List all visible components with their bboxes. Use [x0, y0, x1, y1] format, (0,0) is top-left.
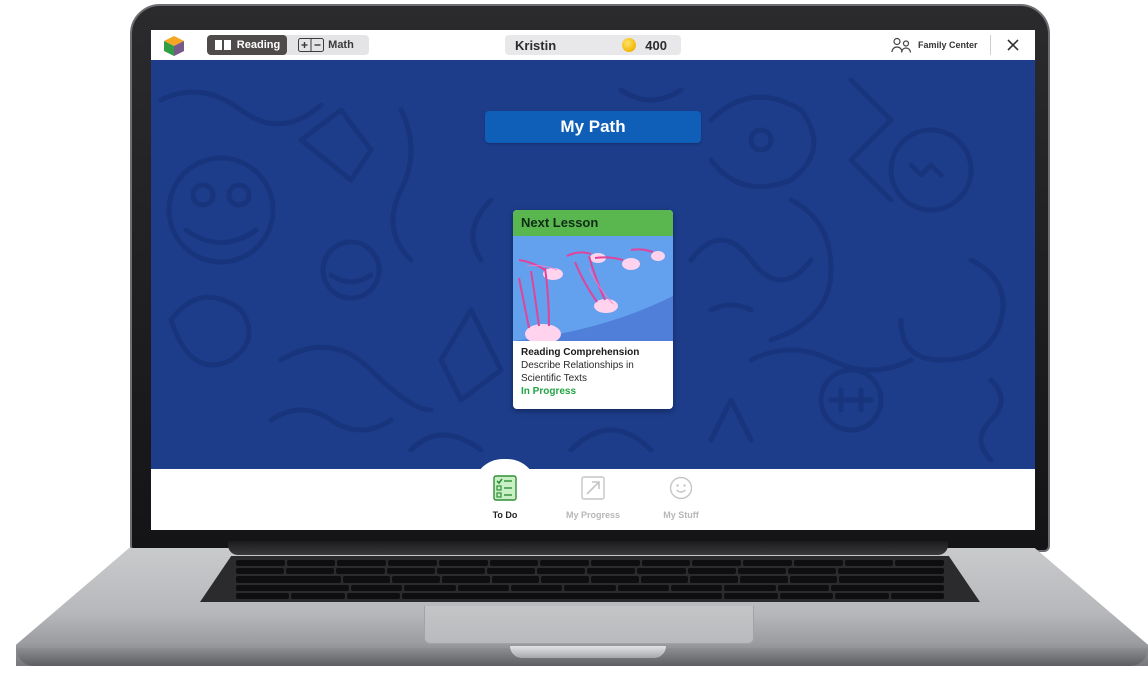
close-icon	[1007, 39, 1019, 51]
nav-to-do-label: To Do	[492, 510, 518, 520]
laptop-keyboard	[200, 556, 980, 602]
nav-my-progress-label: My Progress	[565, 510, 621, 520]
coin-count: 400	[645, 37, 667, 53]
checklist-icon	[493, 475, 517, 501]
lesson-topic: Describe Relationships in Scientific Tex…	[521, 360, 634, 384]
my-path-area: My Path Next Lesson Reading Comprehensio…	[151, 60, 1035, 469]
laptop-opening-notch	[510, 646, 666, 658]
tab-math-label: Math	[328, 39, 354, 51]
nav-my-progress[interactable]: My Progress	[553, 469, 633, 530]
lesson-status: In Progress	[521, 386, 577, 397]
plus-minus-icon	[298, 38, 325, 52]
laptop-trackpad	[424, 606, 754, 644]
tab-reading-label: Reading	[236, 39, 281, 51]
nav-my-stuff[interactable]: My Stuff	[641, 469, 721, 530]
app-top-bar: Reading Math Kristin 400 Family Center	[151, 30, 1035, 60]
jellyfish-illustration	[513, 236, 673, 341]
family-center-button[interactable]: Family Center	[891, 35, 978, 55]
subject-switcher: Reading Math	[207, 35, 369, 55]
family-icon	[891, 37, 912, 53]
family-center-label: Family Center	[918, 40, 978, 50]
progress-arrow-icon	[581, 476, 605, 500]
next-lesson-card[interactable]: Next Lesson Reading Comprehension Descri…	[513, 210, 673, 409]
page-title: My Path	[485, 111, 701, 143]
laptop-hinge	[228, 541, 948, 555]
tab-math[interactable]: Math	[287, 35, 365, 55]
book-icon	[214, 39, 232, 51]
smiley-icon	[669, 476, 693, 500]
card-body: Reading Comprehension Describe Relations…	[513, 341, 673, 399]
laptop-screen: Reading Math Kristin 400 Family Center M…	[151, 30, 1035, 530]
lesson-subject: Reading Comprehension	[521, 347, 640, 358]
bottom-navigation: To Do My Progress My Stuff	[151, 459, 1035, 530]
topbar-divider	[990, 35, 991, 55]
nav-my-stuff-label: My Stuff	[663, 510, 699, 520]
user-name: Kristin	[515, 37, 557, 53]
close-button[interactable]	[1003, 35, 1023, 55]
app-logo-icon	[164, 36, 184, 56]
tab-reading[interactable]: Reading	[207, 35, 287, 55]
card-header: Next Lesson	[513, 210, 673, 236]
nav-to-do[interactable]: To Do	[465, 469, 545, 530]
coin-icon	[622, 38, 637, 52]
user-coin-display: Kristin 400	[505, 35, 681, 55]
